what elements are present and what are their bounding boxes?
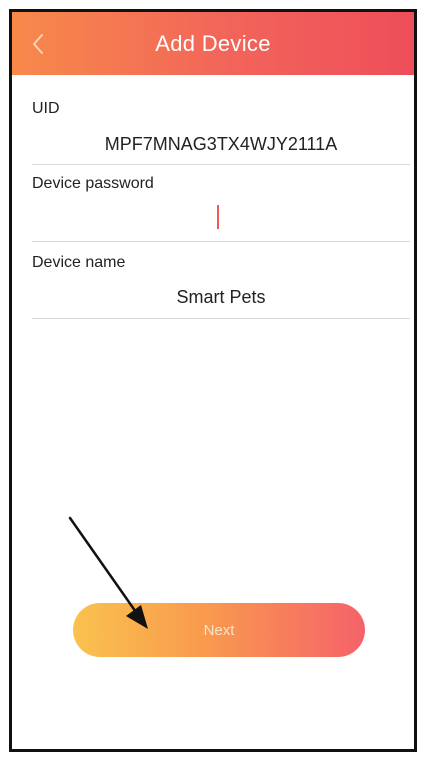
next-button[interactable]: Next (73, 603, 365, 657)
next-button-label: Next (203, 621, 235, 639)
uid-value: MPF7MNAG3TX4WJY2111A (104, 134, 338, 154)
uid-field: UID MPF7MNAG3TX4WJY2111A (32, 92, 410, 165)
device-password-label: Device password (32, 175, 154, 192)
page-title: Add Device (155, 31, 271, 56)
device-password-input[interactable] (32, 203, 410, 233)
device-name-input[interactable] (32, 282, 410, 312)
text-cursor (217, 205, 219, 229)
top-bar: Add Device (12, 12, 414, 75)
device-name-field: Device name (32, 242, 410, 319)
device-name-label: Device name (32, 254, 126, 271)
device-password-field: Device password (32, 165, 410, 242)
uid-label: UID (32, 100, 60, 117)
phone-screen: Add Device UID MPF7MNAG3TX4WJY2111A Devi… (9, 9, 417, 752)
